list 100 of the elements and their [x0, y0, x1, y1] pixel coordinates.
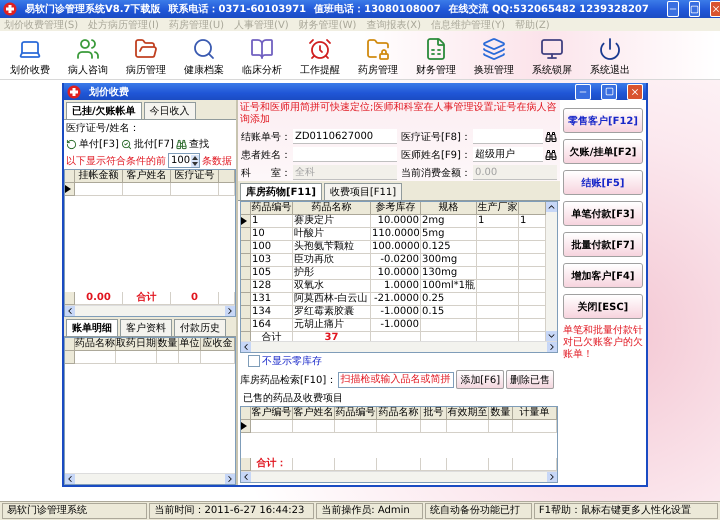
tab[interactable]: 收费项目[F11]: [324, 183, 402, 200]
column-header[interactable]: 计量单: [513, 407, 557, 420]
toolbar-button[interactable]: 健康档案: [178, 37, 230, 77]
maximize-button[interactable]: [601, 84, 617, 100]
column-header[interactable]: 挂帐金额: [75, 170, 123, 183]
column-header[interactable]: 药品名称: [293, 202, 371, 215]
count-spinner[interactable]: 100: [168, 153, 200, 168]
column-header[interactable]: 客户姓名: [123, 170, 171, 183]
column-header[interactable]: 参考库存: [371, 202, 421, 215]
column-header[interactable]: 药品编号: [251, 202, 293, 215]
column-header: [65, 170, 75, 183]
input-field[interactable]: [472, 129, 543, 144]
field-label: 患者姓名：: [241, 148, 291, 162]
action-button[interactable]: 增加客户[F4]: [563, 263, 643, 288]
column-header[interactable]: 有效期至: [447, 407, 489, 420]
action-button[interactable]: 关闭[ESC]: [563, 294, 643, 319]
toolbar-button[interactable]: 工作提醒: [294, 37, 346, 77]
column-header[interactable]: 单位: [179, 338, 201, 351]
action-button[interactable]: 批付[F7]: [120, 137, 174, 151]
close-icon: [630, 86, 640, 96]
toolbar-button[interactable]: 划价收费: [4, 37, 56, 77]
row-header[interactable]: [65, 183, 75, 196]
input-field[interactable]: ZD0110627000: [293, 129, 397, 144]
horizontal-scrollbar[interactable]: [65, 473, 235, 484]
tab[interactable]: 今日收入: [144, 102, 196, 119]
tab[interactable]: 已挂/欠账帐单: [66, 102, 142, 119]
row-header[interactable]: [241, 215, 251, 228]
input-field[interactable]: [293, 147, 397, 162]
column-header[interactable]: 药品名称: [377, 407, 421, 420]
delete-sold-button[interactable]: 删除已售: [506, 370, 554, 389]
add-button[interactable]: 添加[F6]: [456, 370, 504, 389]
binoculars-icon[interactable]: [545, 130, 557, 142]
power-icon: [598, 37, 622, 61]
minimize-button[interactable]: [666, 1, 679, 17]
spinner-arrows-icon[interactable]: [191, 154, 200, 166]
maximize-button[interactable]: [688, 1, 700, 17]
checkbox[interactable]: [248, 355, 260, 367]
toolbar-button[interactable]: 换班管理: [468, 37, 520, 77]
close-button[interactable]: [627, 84, 643, 100]
scroll-right-icon[interactable]: [225, 306, 235, 316]
tab[interactable]: 账单明细: [66, 319, 118, 336]
row-header[interactable]: [241, 420, 251, 433]
scroll-down-icon[interactable]: [546, 331, 557, 341]
tab[interactable]: 库房药物[F11]: [240, 183, 322, 200]
column-header[interactable]: 药品编号: [335, 407, 377, 420]
tab[interactable]: 付款历史: [174, 319, 226, 336]
column-header[interactable]: 数量: [157, 338, 179, 351]
action-button[interactable]: 单付[F3]: [66, 137, 119, 151]
column-header[interactable]: 批号: [421, 407, 447, 420]
table-cell: 5mg: [421, 228, 477, 241]
toolbar-button[interactable]: 临床分析: [236, 37, 288, 77]
toolbar-button[interactable]: 系统退出: [584, 37, 636, 77]
scroll-left-icon[interactable]: [241, 472, 251, 482]
table-cell: [421, 420, 447, 433]
toolbar-button[interactable]: 病人咨询: [62, 37, 114, 77]
search-field[interactable]: 扫描枪或输入品名或简拼: [338, 372, 454, 388]
horizontal-scrollbar[interactable]: [65, 305, 235, 316]
table-cell: 100ml*1瓶: [421, 280, 477, 293]
close-button[interactable]: [710, 1, 720, 17]
table-cell: 10: [251, 228, 293, 241]
status-text: 当前操作员: Admin: [316, 503, 424, 519]
limit-suffix: 条数据: [202, 154, 232, 168]
table-cell: 罗红霉素胶囊: [293, 306, 371, 319]
scroll-left-icon[interactable]: [65, 474, 75, 484]
action-button[interactable]: 欠账/挂单[F2]: [563, 139, 643, 164]
row-pointer-icon: [241, 422, 247, 430]
scroll-up-icon[interactable]: [546, 202, 557, 212]
binoculars-icon[interactable]: [545, 148, 557, 160]
table-cell: 0.15: [421, 306, 477, 319]
toolbar-button[interactable]: 系统锁屏: [526, 37, 578, 77]
people-icon: [76, 37, 100, 61]
status-text: 统自动备份功能已打: [425, 503, 532, 519]
toolbar-button[interactable]: 药房管理: [352, 37, 404, 77]
scroll-right-icon[interactable]: [547, 342, 557, 352]
toolbar-button[interactable]: 财务管理: [410, 37, 462, 77]
action-button[interactable]: 查找: [176, 137, 209, 151]
action-button[interactable]: 单笔付款[F3]: [563, 201, 643, 226]
horizontal-scrollbar[interactable]: [241, 341, 557, 352]
table-cell: 134: [251, 306, 293, 319]
table-cell: [293, 420, 335, 433]
column-header[interactable]: 规格: [421, 202, 477, 215]
column-header[interactable]: 生产厂家: [477, 202, 519, 215]
column-header[interactable]: 应收金: [201, 338, 235, 351]
input-field[interactable]: 超级用户: [472, 147, 543, 162]
action-button[interactable]: 零售客户[F12]: [563, 108, 643, 133]
vertical-scrollbar[interactable]: [546, 202, 557, 341]
tab[interactable]: 客户资料: [120, 319, 172, 336]
column-header[interactable]: 药品名称: [75, 338, 116, 351]
minimize-button[interactable]: [575, 84, 591, 100]
column-header[interactable]: 取药日期: [116, 338, 157, 351]
horizontal-scrollbar[interactable]: [241, 471, 557, 482]
column-header[interactable]: 数量: [489, 407, 513, 420]
scroll-left-icon[interactable]: [65, 306, 75, 316]
scroll-right-icon[interactable]: [225, 474, 235, 484]
column-header[interactable]: 医疗证号: [171, 170, 219, 183]
toolbar-button[interactable]: 病历管理: [120, 37, 172, 77]
scroll-right-icon[interactable]: [547, 472, 557, 482]
scroll-left-icon[interactable]: [241, 342, 251, 352]
action-button[interactable]: 结账[F5]: [563, 170, 643, 195]
action-button[interactable]: 批量付款[F7]: [563, 232, 643, 257]
